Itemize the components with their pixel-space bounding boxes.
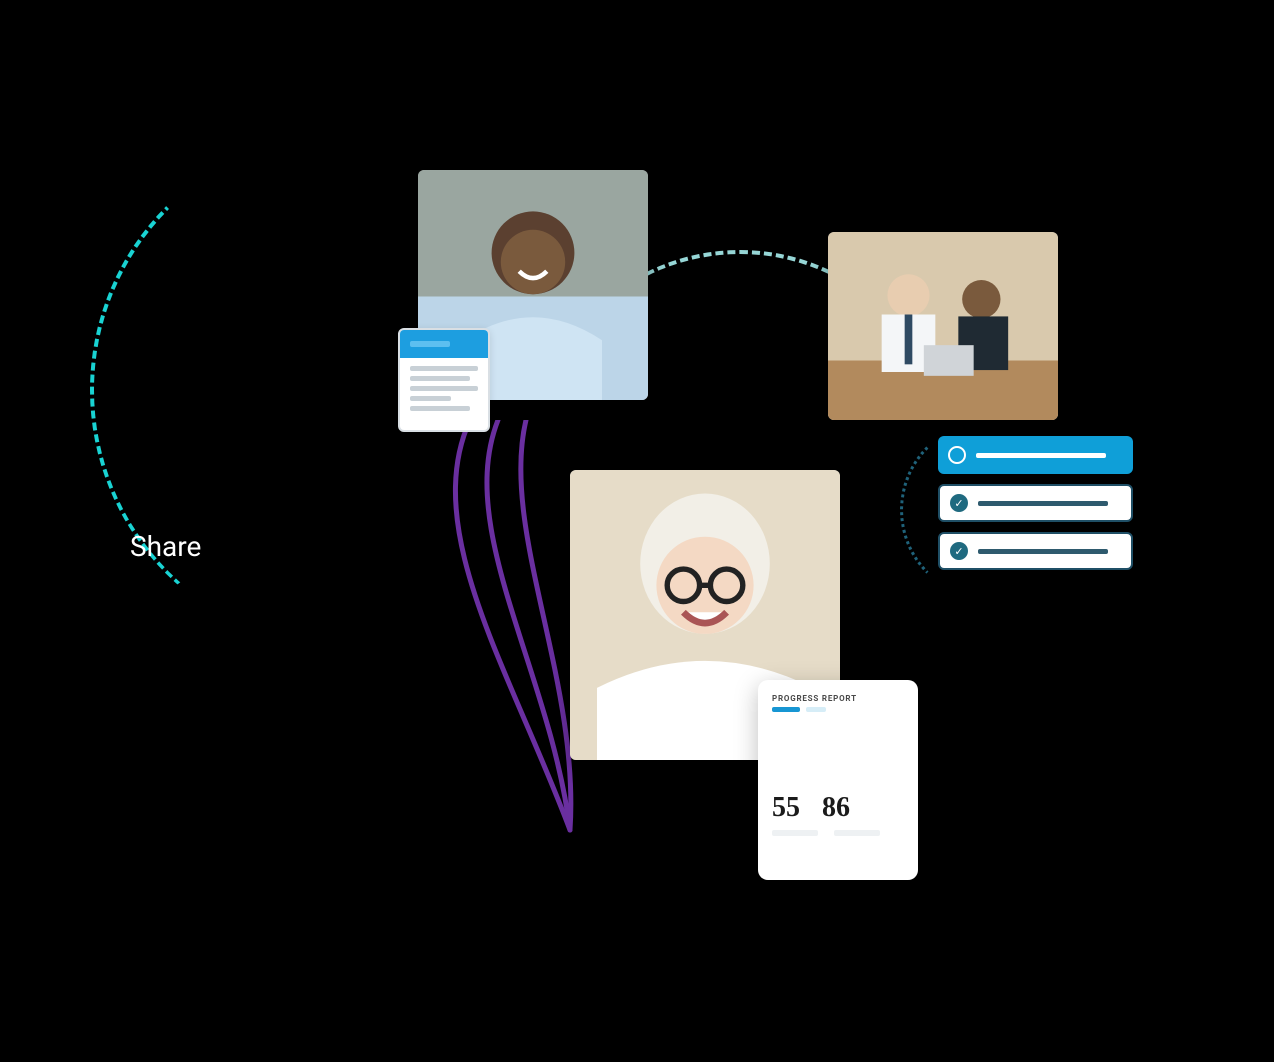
- task-item-done: ✓: [938, 532, 1133, 570]
- report-value-right: 86: [822, 792, 850, 824]
- report-footer: [772, 830, 904, 836]
- check-icon: ✓: [950, 494, 968, 512]
- document-card: [398, 328, 490, 432]
- report-value-left: 55: [772, 792, 800, 824]
- report-values: 55 86: [772, 792, 904, 824]
- report-legend: [772, 707, 904, 712]
- task-item-active: [938, 436, 1133, 474]
- photo-team: [828, 232, 1058, 420]
- report-bar-chart: [772, 722, 904, 784]
- share-label: Share: [130, 530, 201, 563]
- document-icon: [400, 330, 488, 358]
- task-item-done: ✓: [938, 484, 1133, 522]
- task-list: ✓ ✓: [938, 436, 1133, 570]
- report-title: PROGRESS REPORT: [772, 694, 904, 703]
- check-icon: ✓: [950, 542, 968, 560]
- radio-icon: [948, 446, 966, 464]
- progress-report-card: PROGRESS REPORT 55 86: [758, 680, 918, 880]
